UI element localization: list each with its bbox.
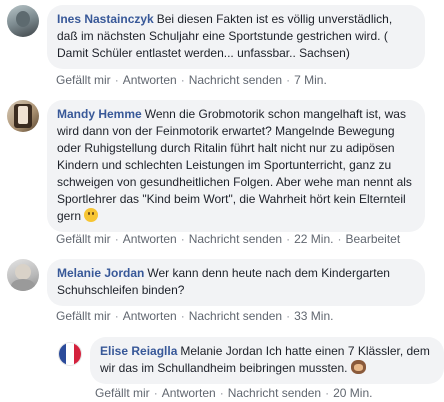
avatar[interactable] [7,259,39,291]
edited-label[interactable]: Bearbeitet [345,232,400,246]
reply-link[interactable]: Antworten [123,73,177,87]
send-message-link[interactable]: Nachricht senden [228,386,321,400]
comment-actions: Gefällt mir · Antworten · Nachricht senden · 3… [56,309,333,323]
separator-dot: · [180,309,185,323]
separator-dot: · [286,232,291,246]
separator-dot: · [337,232,342,246]
separator-dot: · [286,73,291,87]
separator-dot: · [114,309,119,323]
separator-dot: · [219,386,224,400]
timestamp[interactable]: 33 Min. [294,309,333,323]
send-message-link[interactable]: Nachricht senden [189,73,282,87]
separator-dot: · [153,386,158,400]
timestamp[interactable]: 20 Min. [333,386,372,400]
smiling-face-emoji-icon [84,208,99,222]
reply-comment: Elise Reiaglla Melanie Jordan Ich hatte e… [58,337,444,384]
comment: Melanie Jordan Wer kann denn heute nach d… [7,259,425,306]
comment-bubble: Mandy Hemme Wenn die Grobmotorik schon ma… [47,100,425,232]
reply-link[interactable]: Antworten [123,232,177,246]
author-link[interactable]: Mandy Hemme [57,107,142,121]
separator-dot: · [114,232,119,246]
avatar[interactable] [58,342,82,366]
separator-dot: · [114,73,119,87]
comment-actions: Gefällt mir · Antworten · Nachricht senden · 2… [56,232,400,246]
separator-dot: · [286,309,291,323]
separator-dot: · [325,386,330,400]
see-no-evil-monkey-emoji-icon [350,360,366,374]
author-link[interactable]: Elise Reiaglla [100,344,177,358]
author-link[interactable]: Ines Nastainczyk [57,12,154,26]
like-link[interactable]: Gefällt mir [56,309,111,323]
comment-text: Wenn die Grobmotorik schon mangelhaft is… [57,107,412,223]
send-message-link[interactable]: Nachricht senden [189,309,282,323]
avatar[interactable] [7,100,39,132]
comment-actions: Gefällt mir · Antworten · Nachricht senden · 7… [56,73,327,87]
comment-actions: Gefällt mir · Antworten · Nachricht senden · 2… [95,386,372,400]
comment: Mandy Hemme Wenn die Grobmotorik schon ma… [7,100,425,232]
comment-bubble: Melanie Jordan Wer kann denn heute nach d… [47,259,425,306]
comment-bubble: Elise Reiaglla Melanie Jordan Ich hatte e… [90,337,444,384]
send-message-link[interactable]: Nachricht senden [189,232,282,246]
separator-dot: · [180,73,185,87]
timestamp[interactable]: 22 Min. [294,232,333,246]
like-link[interactable]: Gefällt mir [56,232,111,246]
comment: Ines Nastainczyk Bei diesen Fakten ist es… [7,5,425,69]
like-link[interactable]: Gefällt mir [56,73,111,87]
like-link[interactable]: Gefällt mir [95,386,150,400]
separator-dot: · [180,232,185,246]
author-link[interactable]: Melanie Jordan [57,266,144,280]
timestamp[interactable]: 7 Min. [294,73,327,87]
avatar[interactable] [7,5,39,37]
reply-link[interactable]: Antworten [162,386,216,400]
comment-bubble: Ines Nastainczyk Bei diesen Fakten ist es… [47,5,425,69]
reply-link[interactable]: Antworten [123,309,177,323]
